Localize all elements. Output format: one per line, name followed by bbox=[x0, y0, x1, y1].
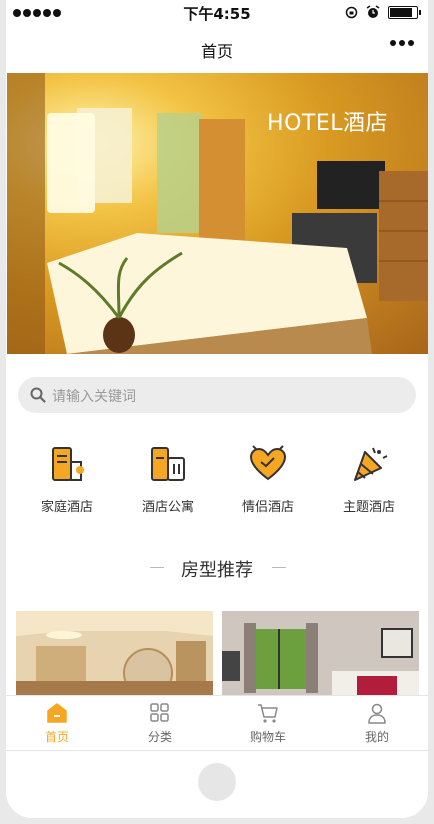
tab-home[interactable]: 首页 bbox=[7, 702, 107, 745]
tab-label: 购物车 bbox=[249, 730, 286, 744]
battery-icon bbox=[388, 5, 421, 19]
category-label: 主题酒店 bbox=[342, 500, 395, 515]
nav-bar: 首页 bbox=[6, 26, 428, 72]
search-bar[interactable]: 请输入关键词 bbox=[18, 377, 416, 413]
section-title: 房型推荐 bbox=[181, 560, 253, 581]
page-title: 首页 bbox=[200, 42, 233, 61]
tab-label: 首页 bbox=[44, 730, 69, 744]
divider bbox=[272, 567, 286, 568]
tab-bar: 首页 分类 购物车 我的 bbox=[6, 695, 428, 751]
building-icon bbox=[52, 447, 84, 481]
phone-screen: 下午4:55 首页 HOTEL酒店 请输入关键词 家庭酒店 酒店公寓 情侣酒店 … bbox=[6, 0, 428, 818]
grid-icon bbox=[150, 703, 169, 722]
category-couple-hotel[interactable]: 情侣酒店 bbox=[218, 444, 318, 515]
category-label: 家庭酒店 bbox=[40, 500, 93, 515]
tab-label: 我的 bbox=[364, 730, 389, 744]
room-card[interactable] bbox=[222, 611, 419, 696]
room-card[interactable] bbox=[16, 611, 213, 696]
user-icon bbox=[368, 703, 386, 724]
category-label: 酒店公寓 bbox=[141, 500, 194, 515]
category-theme-hotel[interactable]: 主题酒店 bbox=[319, 444, 419, 515]
heart-icon bbox=[249, 445, 287, 481]
tab-category[interactable]: 分类 bbox=[110, 702, 210, 745]
category-label: 情侣酒店 bbox=[241, 500, 294, 515]
tab-mine[interactable]: 我的 bbox=[327, 702, 427, 745]
search-placeholder[interactable]: 请输入关键词 bbox=[52, 386, 136, 406]
rotation-lock-icon bbox=[345, 6, 358, 18]
hero-banner[interactable]: HOTEL酒店 bbox=[7, 73, 428, 354]
room-photo bbox=[16, 611, 213, 696]
room-photo bbox=[222, 611, 419, 696]
alarm-icon bbox=[366, 5, 380, 18]
cart-icon bbox=[258, 704, 278, 723]
home-button[interactable] bbox=[198, 763, 236, 801]
category-family-hotel[interactable]: 家庭酒店 bbox=[17, 444, 117, 515]
party-icon bbox=[354, 447, 388, 481]
search-icon bbox=[30, 387, 46, 403]
category-apartment-hotel[interactable]: 酒店公寓 bbox=[118, 444, 218, 515]
tab-label: 分类 bbox=[147, 730, 172, 744]
tab-cart[interactable]: 购物车 bbox=[218, 702, 318, 745]
status-bar: 下午4:55 bbox=[6, 0, 428, 26]
banner-title: HOTEL酒店 bbox=[267, 111, 388, 136]
more-icon[interactable] bbox=[390, 40, 414, 46]
home-icon bbox=[47, 703, 67, 723]
apartment-icon bbox=[151, 447, 185, 481]
